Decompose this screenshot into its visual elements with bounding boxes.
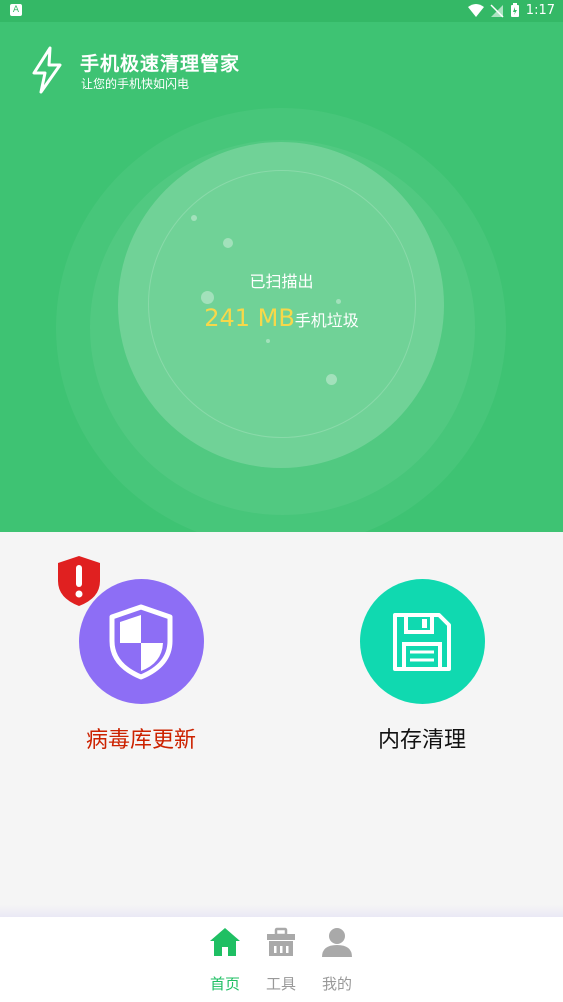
lightning-bolt-icon xyxy=(32,46,62,94)
floppy-disk-icon xyxy=(393,612,451,671)
app-subtitle: 让您的手机快如闪电 xyxy=(81,77,190,91)
alert-shield-icon xyxy=(58,556,100,606)
particle-dot xyxy=(326,374,337,385)
particle-dot xyxy=(191,215,197,221)
particle-dot xyxy=(223,238,233,248)
home-icon xyxy=(210,928,240,956)
nav-item-tools[interactable]: 工具 xyxy=(256,925,306,994)
memory-clean-button[interactable]: 内存清理 xyxy=(342,579,502,754)
wifi-icon xyxy=(467,3,484,17)
nav-label-mine: 我的 xyxy=(321,975,352,993)
virus-db-label: 病毒库更新 xyxy=(85,728,196,753)
nav-item-mine[interactable]: 我的 xyxy=(312,925,362,994)
particle-dot xyxy=(201,291,214,304)
app-title: 手机极速清理管家 xyxy=(80,53,241,75)
nav-label-tools: 工具 xyxy=(265,975,296,993)
nav-item-home[interactable]: 首页 xyxy=(200,925,250,994)
junk-size-unit: 手机垃圾 xyxy=(294,311,359,330)
status-bar: A 1:17 xyxy=(0,0,563,22)
status-icons: 1:17 xyxy=(467,3,555,18)
scan-label: 已扫描出 xyxy=(249,272,314,291)
toolbox-icon xyxy=(267,927,295,956)
notification-icon: A xyxy=(10,4,22,16)
nav-label-home: 首页 xyxy=(209,975,240,993)
battery-icon xyxy=(510,3,519,17)
memory-clean-label: 内存清理 xyxy=(377,728,466,753)
hero-scan-panel: 手机极速清理管家 让您的手机快如闪电 已扫描出 241 MB手机垃圾 xyxy=(0,22,563,532)
bottom-nav: 首页 工具 我的 xyxy=(0,917,563,1002)
memory-clean-circle xyxy=(359,579,485,704)
scan-result: 241 MB手机垃圾 xyxy=(0,304,563,332)
junk-size-value: 241 MB xyxy=(204,304,295,332)
no-signal-icon xyxy=(490,3,504,18)
status-time: 1:17 xyxy=(525,3,555,18)
particle-dot xyxy=(266,339,270,343)
user-icon xyxy=(322,928,352,957)
shield-icon xyxy=(109,604,173,679)
